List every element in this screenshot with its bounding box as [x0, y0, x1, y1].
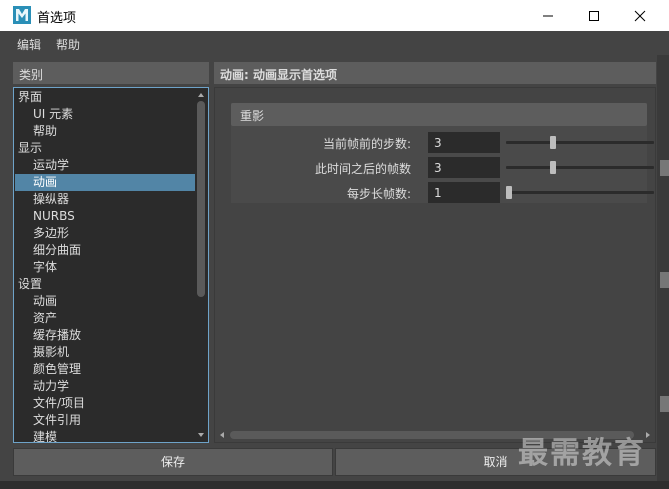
maya-app-icon [13, 6, 31, 24]
steps-before-input[interactable] [428, 132, 500, 153]
category-item[interactable]: 帮助 [15, 123, 195, 140]
maximize-icon [589, 11, 599, 21]
category-item[interactable]: 文件/项目 [15, 395, 195, 412]
save-button[interactable]: 保存 [13, 448, 333, 476]
category-item[interactable]: 文件引用 [15, 412, 195, 429]
category-item[interactable]: 细分曲面 [15, 242, 195, 259]
minimize-icon [543, 15, 553, 17]
category-item[interactable]: 多边形 [15, 225, 195, 242]
frames-per-step-input[interactable] [428, 182, 500, 203]
title-bar: 首选项 [0, 0, 669, 31]
category-item[interactable]: 动画 [15, 174, 195, 191]
menu-help[interactable]: 帮助 [56, 36, 80, 53]
watermark-text: 最需教育 [518, 436, 646, 471]
window-title: 首选项 [37, 11, 77, 26]
category-scrollbar[interactable] [195, 89, 207, 441]
scroll-left-arrow-icon[interactable] [218, 431, 226, 439]
steps-before-slider[interactable] [506, 141, 654, 144]
category-scrollbar-thumb[interactable] [197, 101, 205, 297]
content-header: 动画: 动画显示首选项 [214, 62, 656, 84]
frames-after-slider-handle[interactable] [550, 161, 557, 174]
content-header-title: 动画: 动画显示首选项 [220, 68, 337, 82]
frames-per-step-slider[interactable] [506, 191, 654, 194]
ghosting-section: 重影 当前帧前的步数: 此时间之后的帧数 每步长帧数: [231, 103, 654, 203]
scroll-down-arrow-icon[interactable] [197, 431, 205, 439]
maximize-button[interactable] [571, 0, 617, 31]
content-area: 重影 当前帧前的步数: 此时间之后的帧数 每步长帧数: [214, 87, 656, 443]
category-item[interactable]: 运动学 [15, 157, 195, 174]
category-list[interactable]: 建模 文件引用 文件/项目 动力学 颜色管理 摄影机 缓存播放 资产 动画 设置 字体 细分曲面 多边形… [13, 87, 209, 443]
close-button[interactable] [617, 0, 663, 31]
category-header: 类别 [13, 62, 209, 84]
background-tab-marker [660, 272, 669, 288]
category-item[interactable]: 资产 [15, 310, 195, 327]
close-icon [634, 10, 646, 22]
category-item[interactable]: 操纵器 [15, 191, 195, 208]
category-item[interactable]: 动力学 [15, 378, 195, 395]
steps-before-slider-handle[interactable] [550, 136, 557, 149]
menu-edit[interactable]: 编辑 [17, 36, 41, 53]
scroll-up-arrow-icon[interactable] [197, 91, 205, 99]
frames-after-label: 此时间之后的帧数 [314, 162, 411, 176]
category-header-label: 类别 [19, 68, 44, 82]
ghosting-section-title: 重影 [240, 109, 265, 123]
steps-before-label: 当前帧前的步数: [322, 137, 411, 151]
category-item[interactable]: 字体 [15, 259, 195, 276]
category-item[interactable]: 颜色管理 [15, 361, 195, 378]
frames-per-step-slider-handle[interactable] [506, 186, 512, 199]
background-tab-marker [660, 396, 669, 412]
ghosting-section-header[interactable]: 重影 [231, 103, 647, 126]
menu-bar: 编辑 帮助 [0, 31, 669, 55]
minimize-button[interactable] [525, 0, 571, 31]
category-item[interactable]: NURBS [15, 208, 195, 225]
category-item[interactable]: 动画 [15, 293, 195, 310]
background-tab-marker [660, 160, 669, 176]
background-bottom-strip [0, 481, 669, 489]
category-item[interactable]: 建模 [15, 429, 195, 442]
category-group[interactable]: 界面 [15, 89, 195, 106]
category-item[interactable]: UI 元素 [15, 106, 195, 123]
category-group[interactable]: 设置 [15, 276, 195, 293]
frames-after-slider[interactable] [506, 166, 654, 169]
frames-per-step-label: 每步长帧数: [346, 187, 411, 201]
category-group[interactable]: 显示 [15, 140, 195, 157]
frames-after-input[interactable] [428, 157, 500, 178]
category-item[interactable]: 缓存播放 [15, 327, 195, 344]
category-item[interactable]: 摄影机 [15, 344, 195, 361]
